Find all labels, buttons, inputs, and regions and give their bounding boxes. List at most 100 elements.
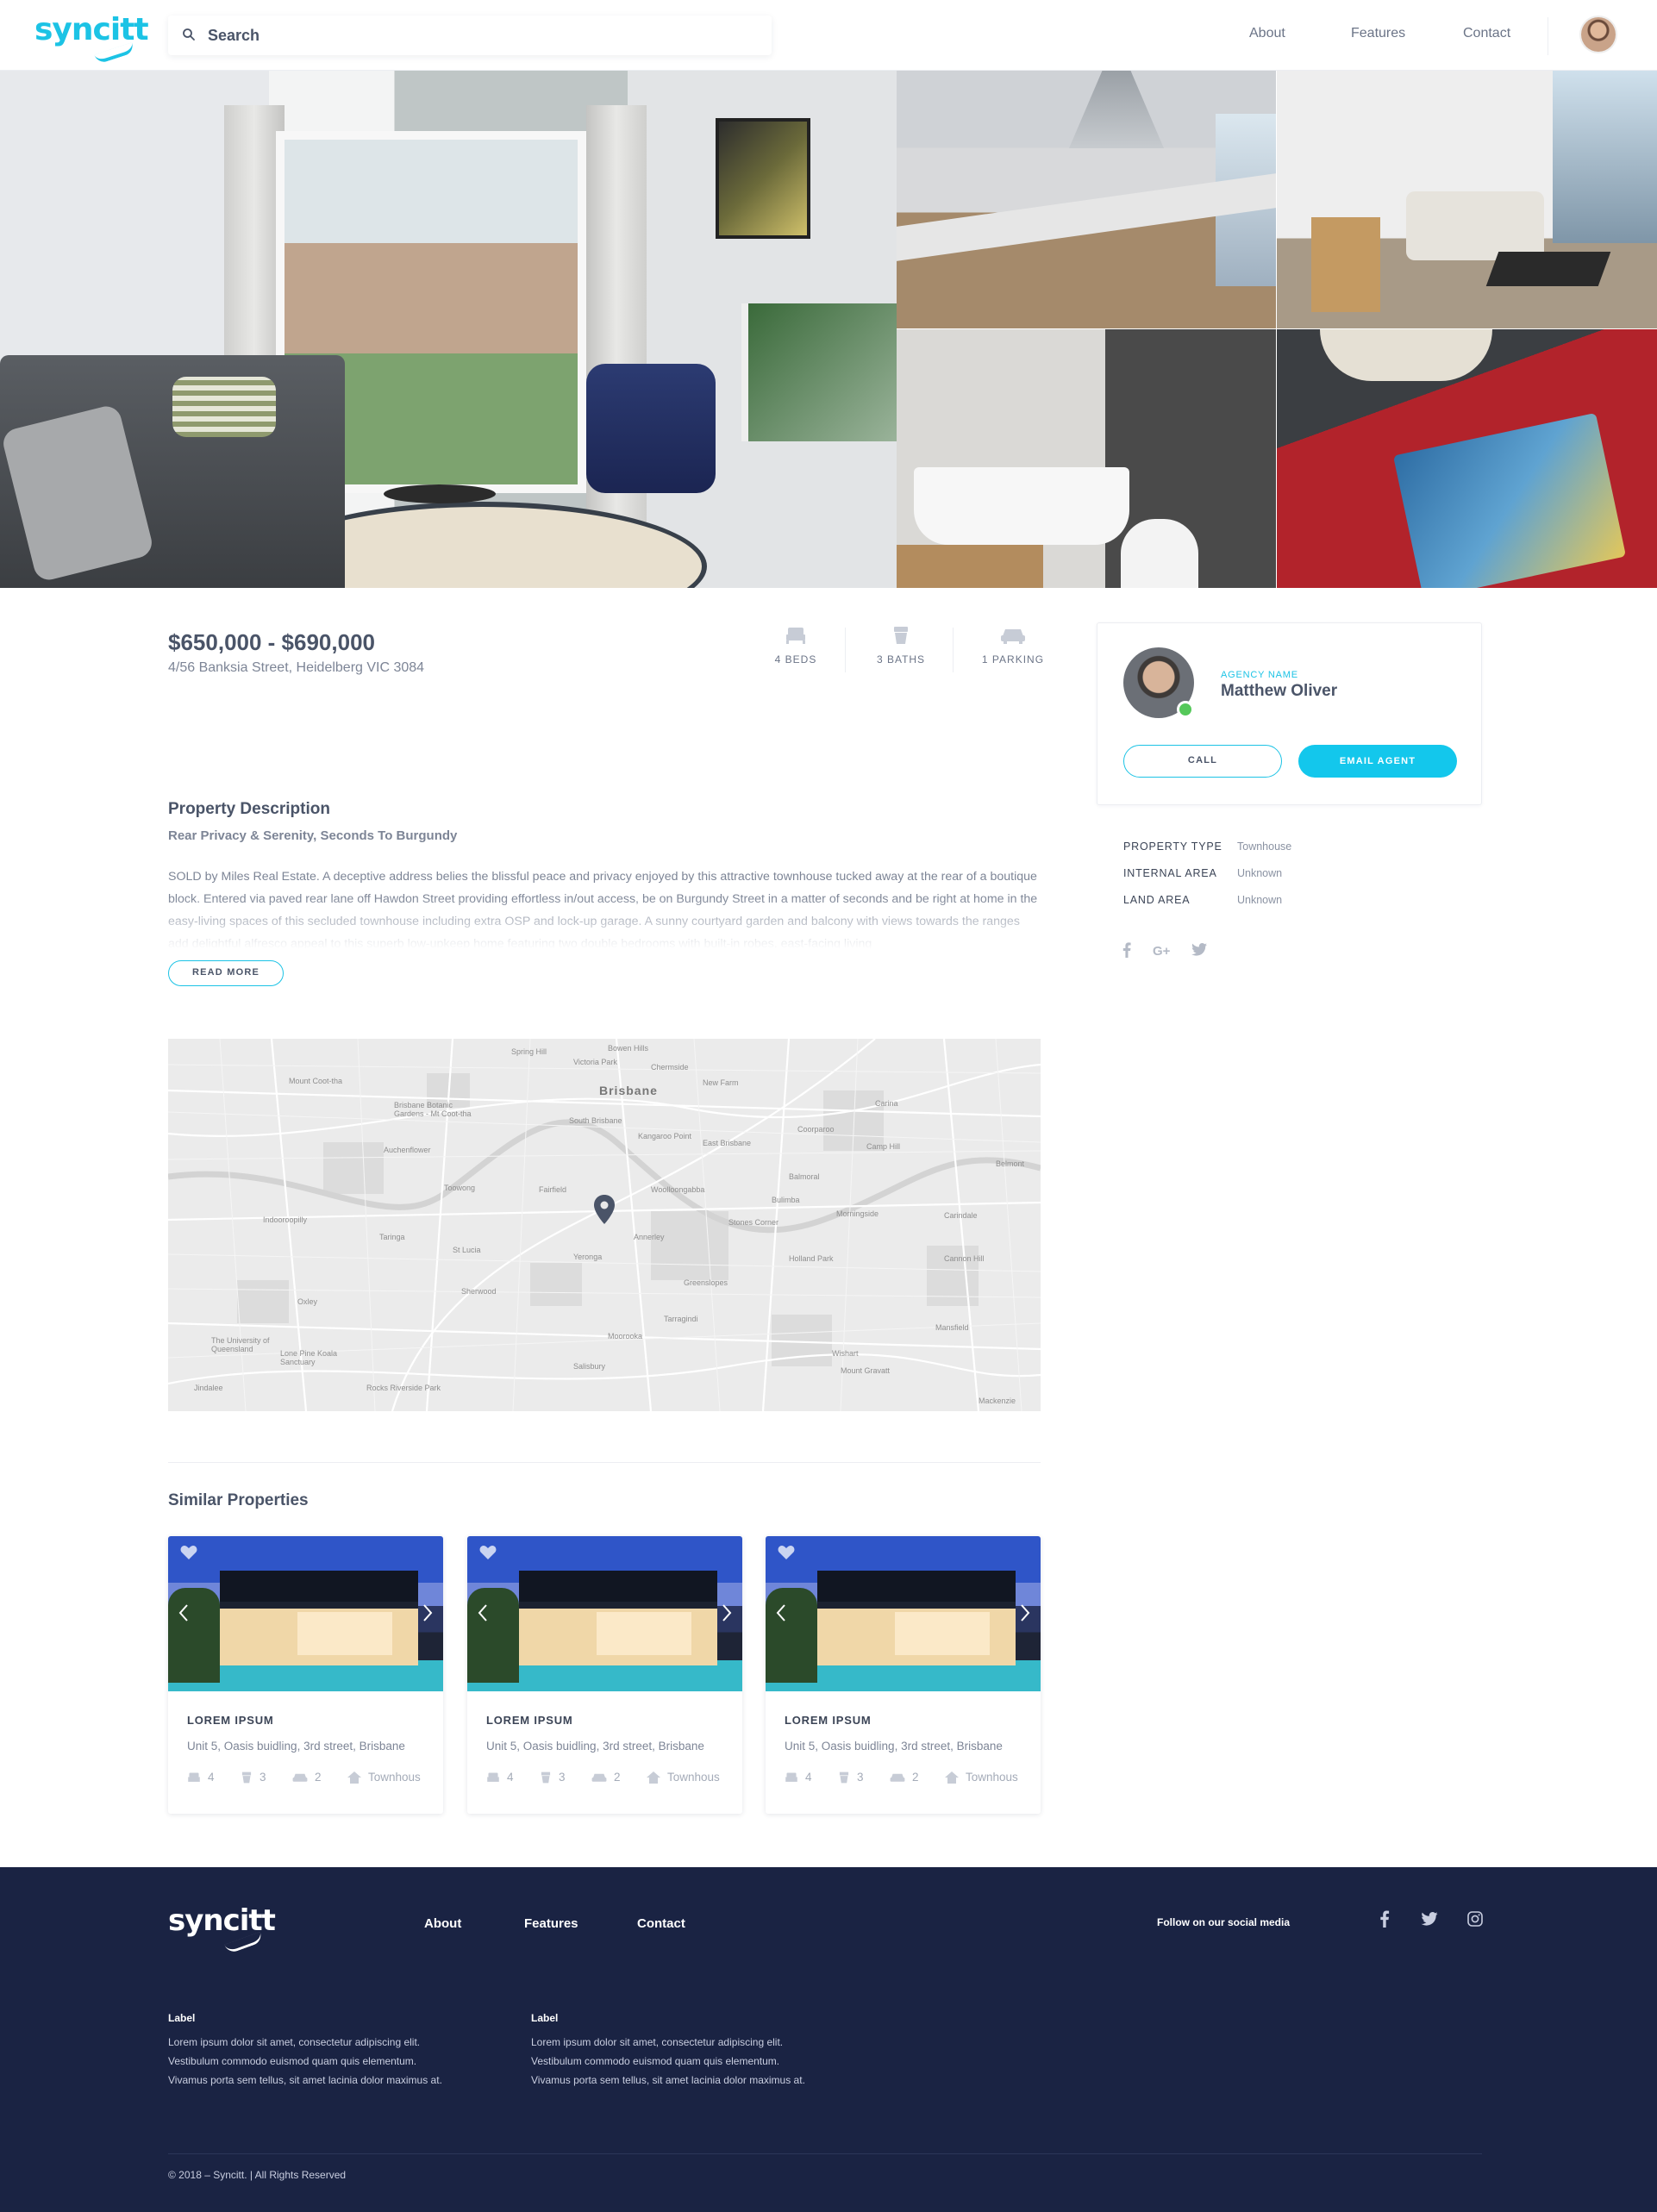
gallery-photo-table[interactable] xyxy=(1277,329,1657,588)
similar-card-address: Unit 5, Oasis buidling, 3rd street, Bris… xyxy=(187,1740,405,1753)
baths-count: 3 xyxy=(259,1771,266,1784)
search-bar[interactable] xyxy=(168,16,772,55)
map-label: South Brisbane xyxy=(569,1116,622,1125)
property-value: Unknown xyxy=(1237,894,1283,906)
home-icon xyxy=(647,1771,660,1784)
user-avatar[interactable] xyxy=(1581,17,1616,52)
gallery-main-photo[interactable] xyxy=(0,71,897,588)
map-label: Moorooka xyxy=(608,1332,643,1340)
similar-card-title: LOREM IPSUM xyxy=(486,1714,573,1727)
site-footer: syncitt About Features Contact Follow on… xyxy=(0,1867,1657,2212)
similar-card-title: LOREM IPSUM xyxy=(785,1714,872,1727)
twitter-icon[interactable] xyxy=(1421,1912,1438,1926)
property-value: Townhouse xyxy=(1237,840,1292,853)
map-label: Mount Gravatt xyxy=(841,1366,891,1375)
home-icon xyxy=(945,1771,959,1784)
car-icon xyxy=(292,1773,308,1782)
feature-beds-label: 4 BEDS xyxy=(774,653,817,665)
footer-logo[interactable]: syncitt xyxy=(168,1903,276,1955)
chevron-left-icon[interactable] xyxy=(478,1603,488,1622)
map-label: Toowong xyxy=(444,1184,476,1192)
location-map[interactable]: Brisbane Spring Hill Victoria Park Bowen… xyxy=(168,1039,1041,1411)
chevron-right-icon[interactable] xyxy=(422,1603,433,1622)
heart-icon[interactable] xyxy=(778,1545,795,1560)
logo[interactable]: syncitt xyxy=(34,12,149,65)
property-type: Townhous xyxy=(966,1771,1018,1784)
gallery-photo-kitchen[interactable] xyxy=(897,71,1276,328)
map-label: The University of Queensland xyxy=(211,1336,270,1353)
feature-baths: 3 BATHS xyxy=(854,626,948,667)
footer-column-text: Lorem ipsum dolor sit amet, consectetur … xyxy=(168,2036,442,2086)
agent-name: Matthew Oliver xyxy=(1221,682,1338,700)
map-label: St Lucia xyxy=(453,1246,481,1254)
twitter-icon[interactable] xyxy=(1191,943,1207,956)
top-header: syncitt About Features Contact xyxy=(0,0,1657,71)
car-icon xyxy=(591,1773,607,1782)
map-label: Belmont xyxy=(996,1159,1025,1168)
map-label: Indooroopilly xyxy=(263,1215,308,1224)
property-type: Townhous xyxy=(667,1771,720,1784)
nav-about[interactable]: About xyxy=(1249,26,1285,41)
similar-card-image[interactable] xyxy=(168,1536,443,1691)
parking-count: 2 xyxy=(912,1771,919,1784)
map-label: Camp Hill xyxy=(866,1142,901,1151)
map-label: Fairfield xyxy=(539,1185,567,1194)
call-button[interactable]: CALL xyxy=(1123,745,1282,778)
chevron-left-icon[interactable] xyxy=(178,1603,189,1622)
section-divider xyxy=(168,1462,1041,1463)
map-label: Lone Pine Koala Sanctuary xyxy=(280,1349,338,1366)
home-icon xyxy=(347,1771,361,1784)
map-label: Salisbury xyxy=(573,1362,606,1371)
similar-card-image[interactable] xyxy=(467,1536,742,1691)
footer-nav-features[interactable]: Features xyxy=(524,1916,578,1931)
nav-features[interactable]: Features xyxy=(1351,26,1405,41)
facebook-icon[interactable] xyxy=(1379,1910,1390,1928)
gallery-photo-bathroom[interactable] xyxy=(897,329,1276,588)
map-pin-icon[interactable] xyxy=(594,1195,615,1224)
bath-icon xyxy=(894,627,908,644)
chevron-left-icon[interactable] xyxy=(776,1603,786,1622)
instagram-icon[interactable] xyxy=(1467,1911,1483,1927)
similar-card-image[interactable] xyxy=(766,1536,1041,1691)
nav-contact[interactable]: Contact xyxy=(1463,26,1510,41)
bed-icon xyxy=(487,1772,499,1782)
listing-price: $650,000 - $690,000 xyxy=(168,629,375,655)
beds-count: 4 xyxy=(507,1771,514,1784)
agency-label: AGENCY NAME xyxy=(1221,670,1298,680)
email-agent-button[interactable]: EMAIL AGENT xyxy=(1298,745,1457,778)
feature-baths-label: 3 BATHS xyxy=(876,653,926,665)
map-label: Mansfield xyxy=(935,1323,969,1332)
heart-icon[interactable] xyxy=(479,1545,497,1560)
google-plus-icon[interactable]: G+ xyxy=(1153,943,1175,957)
similar-card[interactable]: LOREM IPSUM Unit 5, Oasis buidling, 3rd … xyxy=(766,1536,1041,1814)
gallery-photo-living[interactable] xyxy=(1277,71,1657,328)
map-label: Carina xyxy=(875,1099,898,1108)
footer-nav-about[interactable]: About xyxy=(424,1916,461,1931)
heart-icon[interactable] xyxy=(180,1545,197,1560)
search-input[interactable] xyxy=(208,23,742,47)
map-label: Mount Coot-tha xyxy=(289,1077,343,1085)
map-label: Greenslopes xyxy=(684,1278,728,1287)
bath-icon xyxy=(839,1771,849,1784)
similar-card-title: LOREM IPSUM xyxy=(187,1714,274,1727)
footer-column-label: Label xyxy=(168,2012,196,2024)
chevron-right-icon[interactable] xyxy=(1020,1603,1030,1622)
car-icon xyxy=(890,1773,905,1782)
facebook-icon[interactable] xyxy=(1122,942,1131,958)
property-value: Unknown xyxy=(1237,867,1283,879)
map-label: New Farm xyxy=(703,1078,739,1087)
parking-count: 2 xyxy=(614,1771,621,1784)
property-key: INTERNAL AREA xyxy=(1123,867,1217,879)
chevron-right-icon[interactable] xyxy=(722,1603,732,1622)
footer-nav-contact[interactable]: Contact xyxy=(637,1916,685,1931)
similar-card[interactable]: LOREM IPSUM Unit 5, Oasis buidling, 3rd … xyxy=(168,1536,443,1814)
map-label: Oxley xyxy=(297,1297,318,1306)
map-label: Bulimba xyxy=(772,1196,800,1204)
similar-card[interactable]: LOREM IPSUM Unit 5, Oasis buidling, 3rd … xyxy=(467,1536,742,1814)
follow-label: Follow on our social media xyxy=(1157,1916,1291,1928)
feature-parking: 1 PARKING xyxy=(966,626,1060,667)
map-label: East Brisbane xyxy=(703,1139,752,1147)
read-more-button[interactable]: READ MORE xyxy=(168,960,284,986)
feature-parking-label: 1 PARKING xyxy=(981,653,1045,665)
bed-icon xyxy=(786,628,805,644)
